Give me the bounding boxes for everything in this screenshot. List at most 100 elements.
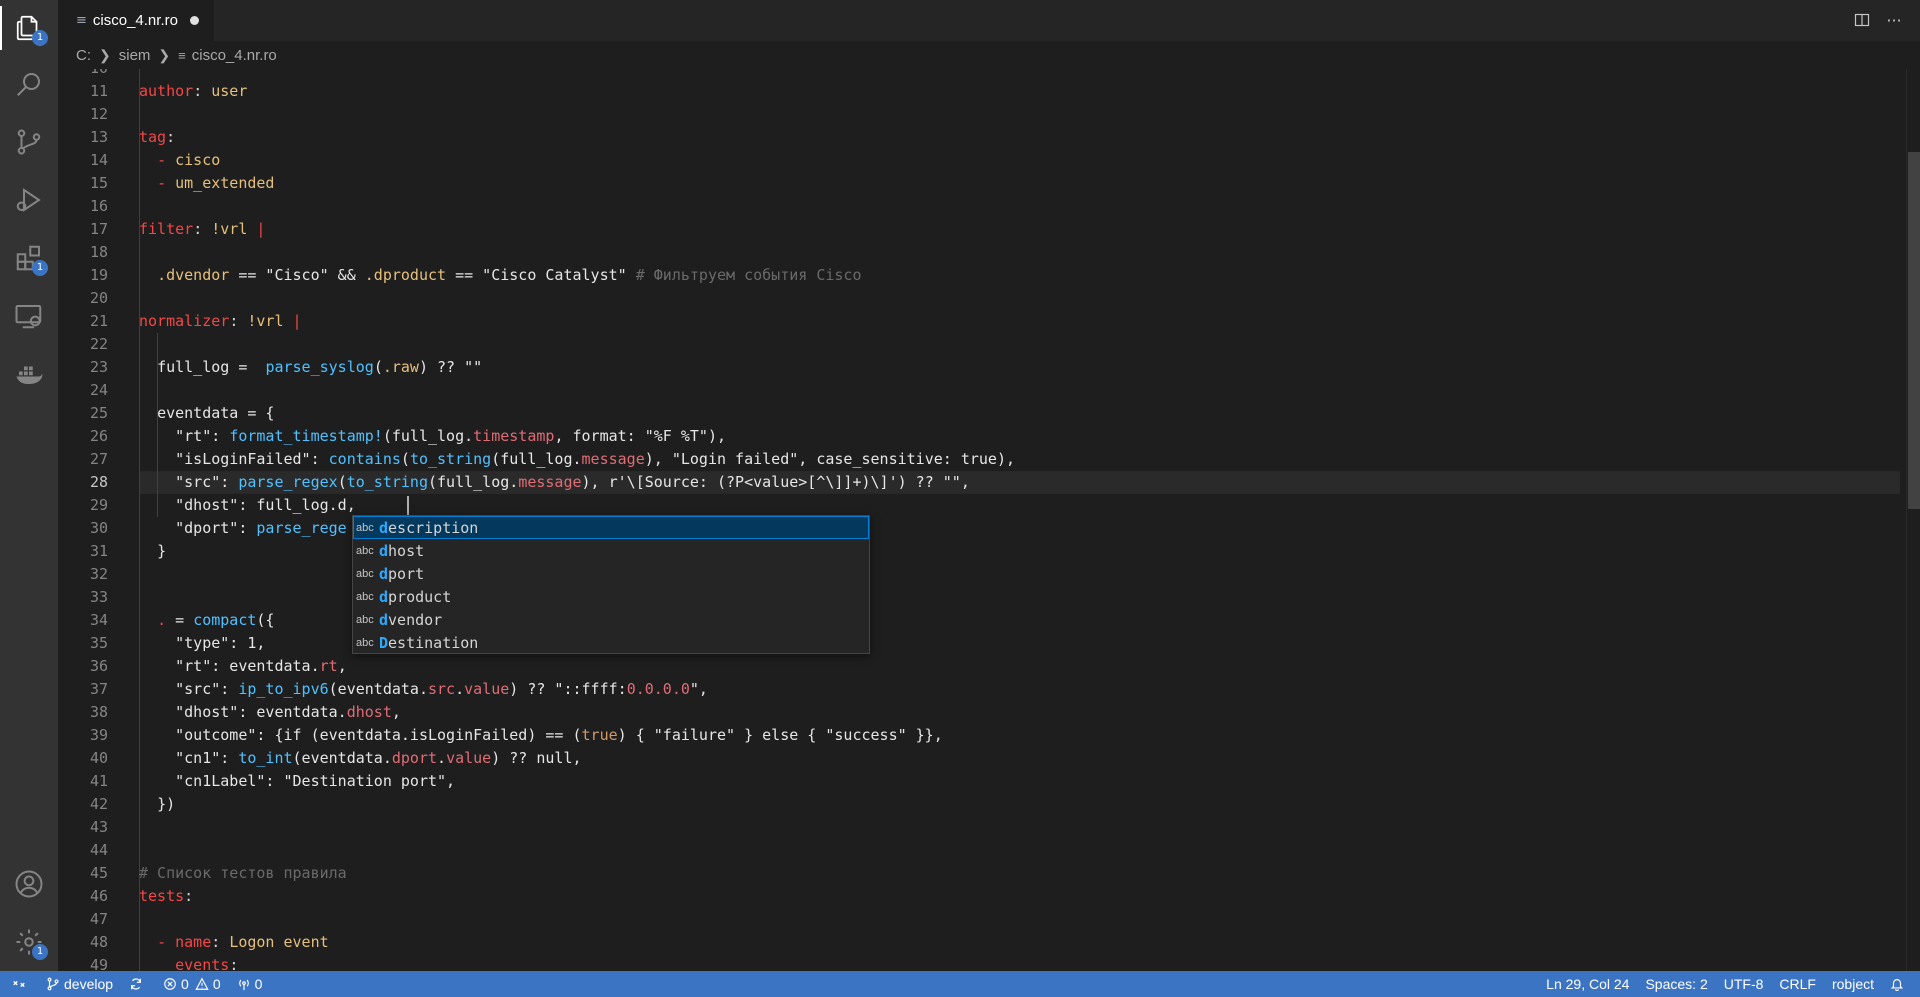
code-line: tests: [139,887,194,905]
error-icon [164,978,176,990]
breadcrumb-drive[interactable]: C: [76,47,91,64]
split-editor-icon[interactable] [1850,8,1874,32]
suggestion-label: host [388,541,425,560]
breadcrumb-folder[interactable]: siem [119,47,151,64]
editor-tab[interactable]: ≡ cisco_4.nr.ro [58,0,214,41]
run-debug-icon[interactable] [0,172,58,228]
suggestion-match: d [379,518,389,537]
encoding[interactable]: UTF-8 [1716,971,1772,997]
line-number: 17 [89,220,108,238]
line-number: 15 [89,174,108,192]
docker-icon[interactable] [0,346,58,402]
line-number: 43 [89,818,108,836]
remote-explorer-icon[interactable] [0,288,58,344]
dhost-key: "dhost" [175,496,239,514]
suggestion-label: escription [388,518,479,537]
ports-count: 0 [254,976,263,992]
line-number: 47 [89,910,108,928]
code-line: }) [157,795,176,813]
suggestion-label: port [388,564,425,583]
suggestion-label: vendor [388,610,443,629]
typed-text: full_log.d [256,496,347,514]
line-number: 18 [89,243,108,261]
settings-gear-icon[interactable]: 1 [0,914,58,970]
extensions-icon[interactable]: 1 [0,230,58,286]
line-number: 44 [89,841,108,859]
autocomplete-suggestions[interactable]: abc d escription abc d host abc d port abc d pro… [352,515,870,654]
end-of-line[interactable]: CRLF [1771,971,1824,997]
line-number: 12 [89,105,108,123]
line-number: 46 [89,887,108,905]
chevron-right-icon: ❯ [99,46,111,63]
suggestion-match: d [379,564,389,583]
code-line: - cisco [157,151,221,169]
more-actions-icon[interactable]: ··· [1882,8,1906,32]
line-number: 22 [89,335,108,353]
line-number: 42 [89,795,108,813]
line-number: 13 [89,128,108,146]
line-number: 23 [89,358,108,376]
eol-label: CRLF [1779,976,1816,992]
code-line: events: [175,956,239,971]
line-number: 24 [89,381,108,399]
indentation[interactable]: Spaces: 2 [1637,971,1715,997]
breadcrumb: C: ❯ siem ❯ ≡ cisco_4.nr.ro [58,41,1920,69]
breadcrumb-file[interactable]: cisco_4.nr.ro [192,47,277,64]
explorer-badge: 1 [32,30,48,46]
search-icon[interactable] [0,56,58,112]
line-number: 16 [89,197,108,215]
suggestion-match: d [379,610,389,629]
code-line: author: user [139,82,248,100]
problems-indicator[interactable]: 0 0 [155,971,229,997]
code-line: full_log = parse_syslog(.raw) ?? "" [157,358,483,376]
code-line: normalizer: !vrl | [139,312,302,330]
sync-button[interactable] [121,971,155,997]
scrollbar-thumb[interactable] [1908,152,1920,509]
source-control-icon[interactable] [0,114,58,170]
indentation-label: Spaces: 2 [1645,976,1708,992]
vertical-scrollbar[interactable] [1906,69,1920,971]
remote-indicator[interactable] [0,971,38,997]
code-line: "dhost": eventdata.dhost, [175,703,401,721]
error-count: 0 [181,976,189,992]
notifications-button[interactable] [1882,971,1912,997]
suggestion-match: d [379,587,389,606]
line-number: 11 [89,82,108,100]
ports-indicator[interactable]: 0 [229,971,271,997]
line-number: 33 [89,588,108,606]
line-number-active: 28 [89,473,108,491]
language-mode[interactable]: robject [1824,971,1882,997]
code-line: "rt": format_timestamp!(full_log.timesta… [175,427,727,445]
suggestion-item[interactable]: abc Destination [353,631,869,654]
status-bar: develop 0 0 0 Ln 29, Col 24 Spaces: 2 UT… [0,971,1920,997]
code-editor[interactable]: 10 11 12 13 14 15 16 17 18 19 20 21 22 2… [58,69,1920,971]
extensions-badge: 1 [32,260,48,276]
cursor-position[interactable]: Ln 29, Col 24 [1538,971,1637,997]
line-number: 31 [89,542,108,560]
status-bar-right: Ln 29, Col 24 Spaces: 2 UTF-8 CRLF robje… [1538,971,1912,997]
line-number: 25 [89,404,108,422]
line-number: 19 [89,266,108,284]
explorer-icon[interactable]: 1 [0,0,58,56]
branch-indicator[interactable]: develop [38,971,121,997]
line-number: 34 [89,611,108,629]
line-number: 39 [89,726,108,744]
suggestion-item[interactable]: abc d vendor [353,608,869,631]
text-kind-icon: abc [356,613,374,626]
code-line: eventdata = { [157,404,275,422]
suggestion-item[interactable]: abc d host [353,539,869,562]
code-line: # Список тестов правила [139,864,347,882]
suggestion-item-selected[interactable]: abc d escription [353,516,869,539]
line-number: 37 [89,680,108,698]
code-line: "isLoginFailed": contains(to_string(full… [175,450,1016,468]
suggestion-item[interactable]: abc d product [353,585,869,608]
settings-badge: 1 [32,944,48,960]
suggestion-item[interactable]: abc d port [353,562,869,585]
account-icon[interactable] [0,856,58,912]
warning-icon [195,977,209,990]
line-number: 36 [89,657,108,675]
tab-label: cisco_4.nr.ro [92,12,178,29]
line-number: 27 [89,450,108,468]
line-number: 14 [89,151,108,169]
unsaved-dot-icon[interactable] [189,16,199,25]
